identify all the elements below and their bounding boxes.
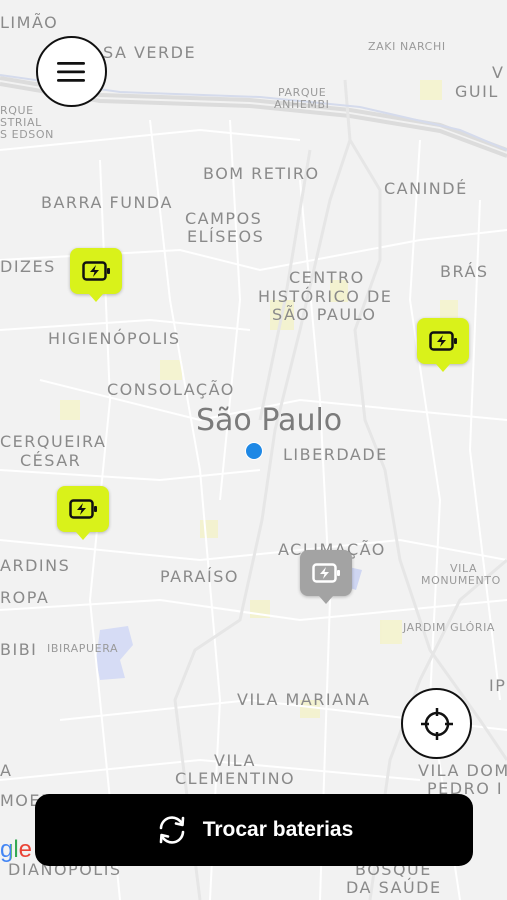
map-label-parque-edson-3: S EDSON bbox=[0, 128, 54, 141]
user-location-dot bbox=[245, 442, 263, 460]
battery-charging-icon bbox=[69, 499, 97, 519]
swap-batteries-button[interactable]: Trocar baterias bbox=[35, 794, 473, 866]
map-label-vila-dom-pedro-1: VILA DOM bbox=[418, 761, 507, 780]
map-label-caninde: CANINDÉ bbox=[384, 179, 468, 198]
map-label-cerqueira-1: CERQUEIRA bbox=[0, 432, 107, 451]
crosshair-icon bbox=[421, 708, 453, 740]
map-label-bras: BRÁS bbox=[440, 262, 489, 281]
map-label-consolacao: CONSOLAÇÃO bbox=[107, 380, 235, 399]
map-label-bosque-2: DA SAÚDE bbox=[346, 878, 442, 897]
battery-charging-icon bbox=[312, 563, 340, 583]
map-label-ibirapuera: IBIRAPUERA bbox=[47, 642, 119, 655]
station-pin-available[interactable] bbox=[57, 486, 109, 540]
station-pin-available[interactable] bbox=[417, 318, 469, 372]
map-label-liberdade: LIBERDADE bbox=[283, 445, 388, 464]
map-label-vila-guilherme-2: GUIL bbox=[455, 82, 499, 101]
locate-me-button[interactable] bbox=[401, 688, 472, 759]
map-label-limao: LIMÃO bbox=[0, 13, 59, 32]
swap-batteries-label: Trocar baterias bbox=[202, 818, 354, 841]
map-label-campos-eliseos-1: CAMPOS bbox=[185, 209, 263, 228]
map-label-moema-bibi: BIBI bbox=[0, 640, 38, 659]
station-pin-available[interactable] bbox=[70, 248, 122, 302]
map-label-vila-clementino-2: CLEMENTINO bbox=[175, 769, 296, 788]
map-label-europa: ROPA bbox=[0, 588, 50, 607]
map-label-parque-anhembi-2: ANHEMBI bbox=[274, 98, 330, 111]
hamburger-menu-icon bbox=[57, 62, 85, 82]
map-label-vila-mariana: VILA MARIANA bbox=[237, 690, 371, 709]
map-label-cerqueira-2: CÉSAR bbox=[20, 451, 82, 470]
map-label-centro-2: HISTÓRICO DE bbox=[258, 287, 393, 306]
map-label-barra-funda: BARRA FUNDA bbox=[41, 193, 173, 212]
battery-charging-icon bbox=[429, 331, 457, 351]
google-logo: gle bbox=[0, 836, 33, 863]
map-city-label: São Paulo bbox=[196, 403, 343, 438]
map-label-campos-eliseos-2: ELÍSEOS bbox=[187, 227, 265, 246]
station-pin-unavailable[interactable] bbox=[300, 550, 352, 604]
map-label-vila-monumento-2: MONUMENTO bbox=[421, 574, 501, 587]
map-label-zaki-narchi: ZAKI NARCHI bbox=[368, 40, 446, 53]
map-label-paraiso: PARAÍSO bbox=[160, 567, 239, 586]
map-label-higienopolis: HIGIENÓPOLIS bbox=[48, 329, 181, 348]
map-label-bom-retiro: BOM RETIRO bbox=[203, 164, 320, 183]
map-label-jardins: ARDINS bbox=[0, 556, 71, 575]
battery-charging-icon bbox=[82, 261, 110, 281]
map-label-jardim-gloria: JARDIM GLÓRIA bbox=[403, 621, 496, 634]
map-label-vila-guilherme-1: V bbox=[492, 63, 505, 82]
map-label-casa-verde: SA VERDE bbox=[103, 43, 197, 62]
map-label-perdizes: DIZES bbox=[0, 257, 56, 276]
map-label-vila-clementino-1: VILA bbox=[214, 751, 256, 770]
swap-refresh-icon bbox=[159, 816, 185, 844]
map-label-ipiranga: IP bbox=[489, 676, 507, 695]
menu-button[interactable] bbox=[36, 36, 107, 107]
map-label-vila-a: A bbox=[0, 761, 13, 780]
map-label-centro-3: SÃO PAULO bbox=[272, 305, 377, 324]
map-label-centro-1: CENTRO bbox=[289, 268, 365, 287]
